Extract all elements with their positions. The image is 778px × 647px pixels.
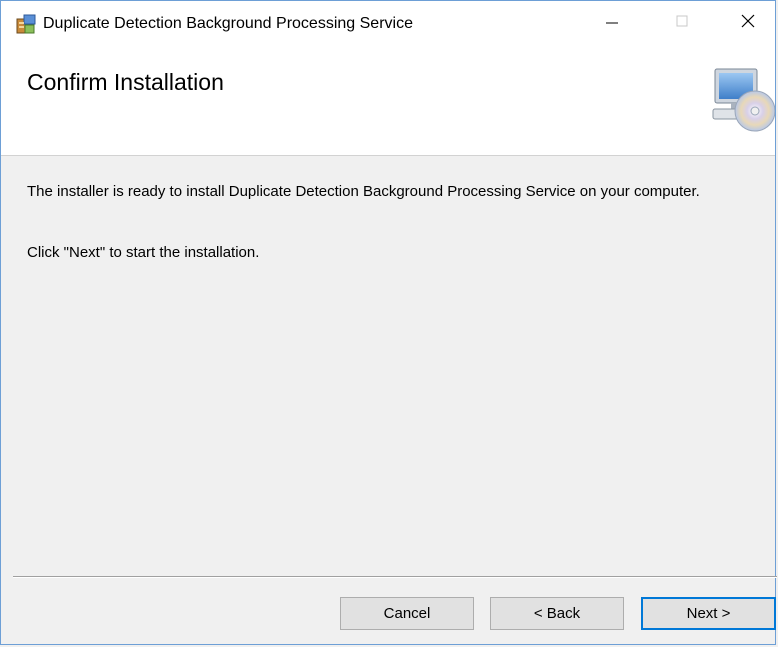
- install-ready-message: The installer is ready to install Duplic…: [27, 183, 700, 200]
- maximize-icon: [675, 14, 689, 33]
- installer-app-icon: [15, 13, 37, 35]
- close-button[interactable]: [719, 1, 777, 45]
- installer-window: Duplicate Detection Background Processin…: [0, 0, 777, 645]
- install-instruction: Click "Next" to start the installation.: [27, 244, 260, 261]
- footer-divider: [13, 576, 777, 578]
- cancel-button[interactable]: Cancel: [340, 597, 474, 630]
- page-title: Confirm Installation: [27, 69, 224, 95]
- window-title: Duplicate Detection Background Processin…: [43, 15, 413, 32]
- minimize-button[interactable]: [583, 1, 641, 45]
- dialog-header: Confirm Installation: [1, 45, 776, 156]
- minimize-icon: [605, 14, 619, 33]
- close-icon: [740, 13, 756, 34]
- maximize-button[interactable]: [653, 1, 711, 45]
- next-button[interactable]: Next >: [641, 597, 776, 630]
- back-button[interactable]: < Back: [490, 597, 624, 630]
- title-bar[interactable]: Duplicate Detection Background Processin…: [1, 1, 775, 45]
- computer-cd-icon: [709, 65, 776, 135]
